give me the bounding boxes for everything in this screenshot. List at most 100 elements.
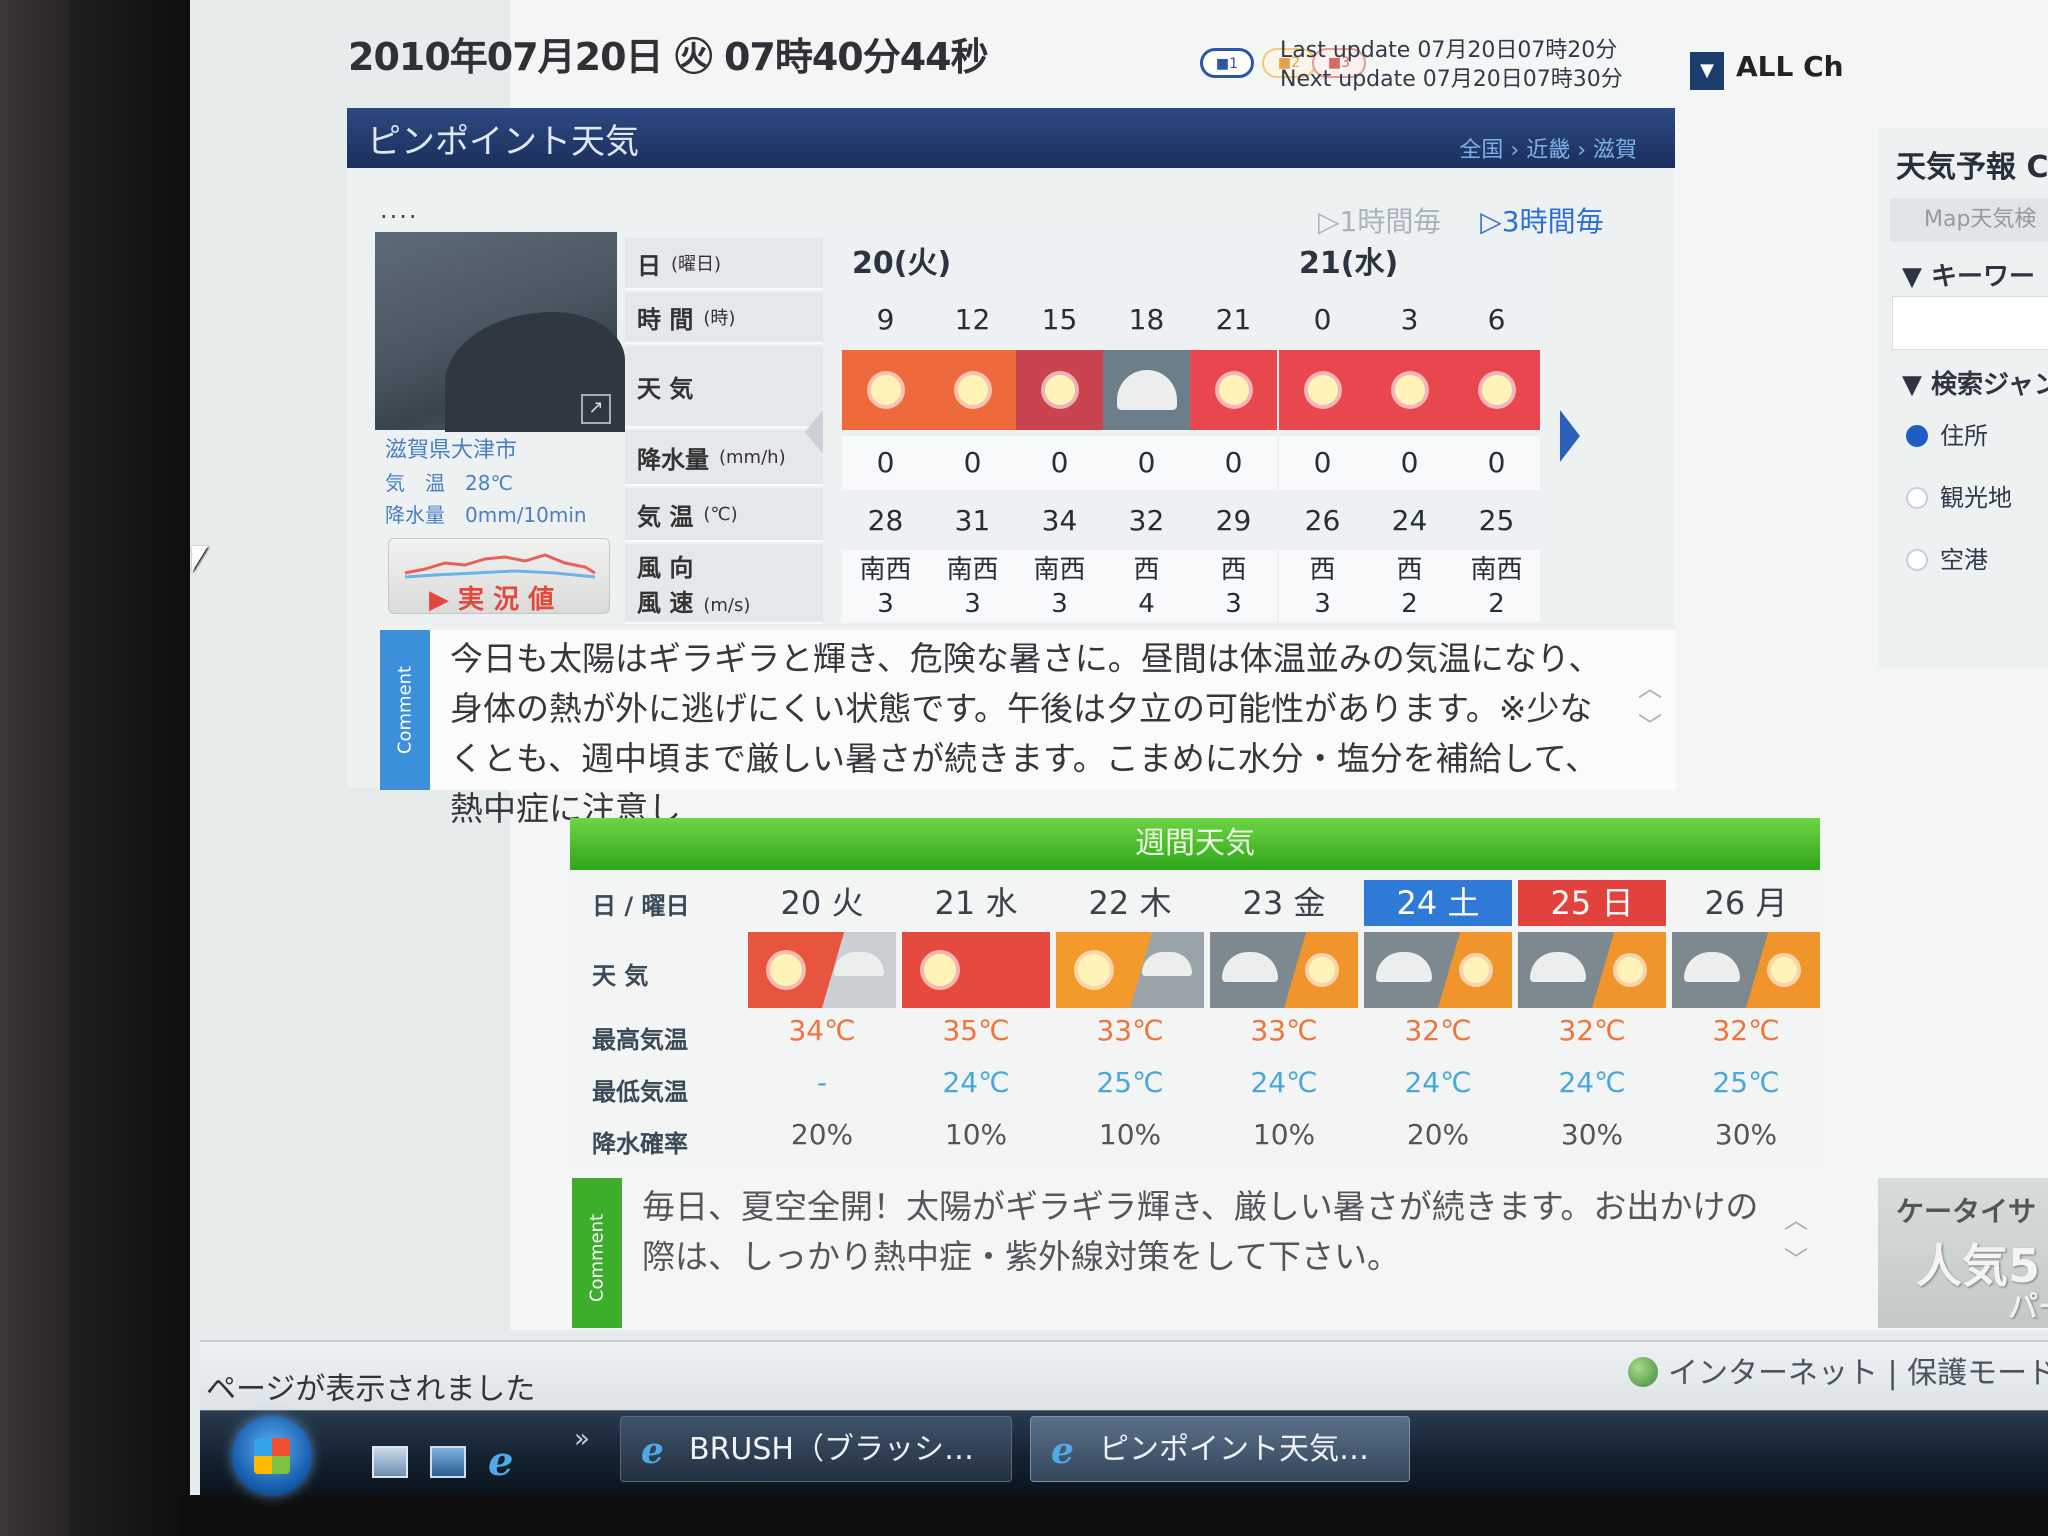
loading-dots: .... (380, 196, 419, 224)
monitor-bezel-bottom (180, 1495, 2048, 1536)
radio-airport[interactable]: 空港 (1906, 540, 1988, 575)
sun-icon (1044, 375, 1075, 405)
precip-cell: 0 (1190, 436, 1277, 490)
live-camera-thumbnail[interactable]: ↗ (375, 232, 625, 432)
map-search-link[interactable]: Map天気検 (1890, 198, 2048, 242)
status-text: ページが表示されました (206, 1372, 536, 1407)
taskbar-item-brush[interactable]: e BRUSH（ブラッシ… (620, 1416, 1012, 1482)
sun-icon (1078, 954, 1110, 986)
weekly-comment-text: 毎日、夏空全開！太陽がギラギラ輝き、厳しい暑さが続きます。お出かけの際は、しっか… (642, 1187, 1759, 1276)
radio-address-label: 住所 (1940, 422, 1988, 450)
current-temp: 気 温 28℃ (385, 471, 513, 495)
weekly-pop-cell: 20% (790, 1118, 854, 1151)
precip-cell: 0 (842, 436, 929, 490)
sun-icon (924, 954, 956, 986)
quick-launch-chevron[interactable]: » (574, 1424, 590, 1454)
sun-icon (1394, 375, 1425, 405)
mouse-cursor (192, 546, 208, 572)
weekly-weather-icon (1364, 932, 1512, 1008)
weekly-pop-cell: 10% (1252, 1118, 1316, 1151)
wind-speed-cell: 3 (1016, 586, 1103, 622)
hourly-weather-icon (1190, 350, 1277, 430)
label-precip-text: 降水量 (637, 445, 709, 474)
sun-icon (1771, 957, 1797, 983)
hour-cell: 3 (1366, 294, 1453, 346)
mobile-site-banner[interactable]: ケータイサ 人気5 パー (1878, 1178, 2048, 1328)
comment-tab: Comment (380, 630, 430, 790)
wind-speed-cell: 3 (1279, 586, 1366, 622)
wind-speed-cell: 2 (1453, 586, 1540, 622)
label-time-unit: (時) (703, 308, 736, 329)
weekly-comment-tab-label: Comment (586, 1213, 608, 1303)
weekly-weather-icon (902, 932, 1050, 1008)
expand-icon[interactable]: ↗ (581, 394, 611, 424)
cloud-icon (1222, 952, 1278, 982)
switch-windows-icon[interactable] (430, 1446, 466, 1478)
label-time-text: 時 間 (637, 305, 694, 334)
sparkline-icon (404, 553, 596, 579)
precip-cell: 0 (1279, 436, 1366, 490)
show-desktop-icon[interactable] (372, 1446, 408, 1478)
temp-cell: 29 (1190, 494, 1277, 548)
label-wind-speed-row: 風 速 (m/s) (637, 583, 750, 618)
weekly-header: 週間天気 (570, 818, 1820, 870)
all-channel-menu[interactable]: ▼ ALL Ch (1690, 50, 1860, 90)
wind-dir-cell: 西 (1366, 550, 1453, 586)
taskbar-item-pinpoint[interactable]: e ピンポイント天気… (1030, 1416, 1410, 1482)
dropdown-arrow-icon: ▼ (1690, 52, 1724, 90)
toggle-1h-link[interactable]: ▷1時間毎 (1318, 205, 1441, 238)
weekly-icon-right-panel (976, 932, 1050, 1008)
temp-cell: 34 (1016, 494, 1103, 548)
sun-icon (870, 375, 901, 405)
label-wind-dir: 風 向 (637, 554, 694, 582)
label-precip: 降水量 (mm/h) (625, 430, 823, 486)
weekly-min-cell: 24℃ (942, 1066, 1010, 1099)
weekly-weather-icon (748, 932, 896, 1008)
hour-cell: 18 (1103, 294, 1190, 346)
weekly-max-cell: 32℃ (1404, 1014, 1472, 1047)
cloud-icon (1530, 952, 1586, 982)
radio-sightseeing[interactable]: 観光地 (1906, 478, 2012, 513)
weekly-pop-cell: 30% (1560, 1118, 1624, 1151)
weekly-scroll-up-icon[interactable]: ︿ (1784, 1200, 1808, 1235)
wind-dir-cell: 南西 (1453, 550, 1540, 586)
temp-cell: 32 (1103, 494, 1190, 548)
hourly-weather-icon (1103, 350, 1190, 430)
monitor-bezel-left (70, 0, 200, 1536)
location-name[interactable]: 滋賀県大津市 (385, 435, 587, 467)
cloud-icon (1376, 952, 1432, 982)
wind-dir-cell: 南西 (929, 550, 1016, 586)
weekly-scroll-down-icon[interactable]: ﹀ (1784, 1240, 1808, 1275)
security-zone[interactable]: インターネット | 保護モード (1628, 1348, 2048, 1392)
ie-icon[interactable]: e (488, 1442, 524, 1482)
display-mode-1-button[interactable]: ■1 (1200, 48, 1254, 78)
weekly-label-min: 最低気温 (592, 1078, 688, 1106)
hourly-weather-icon (1016, 350, 1103, 430)
wind-dir-cell: 西 (1103, 550, 1190, 586)
weekly-max-cell: 32℃ (1558, 1014, 1626, 1047)
ie-icon: e (1051, 1430, 1074, 1472)
banner-line-1: ケータイサ (1896, 1195, 2037, 1228)
breadcrumb[interactable]: 全国 › 近畿 › 滋賀 (1459, 132, 1637, 164)
keyword-input[interactable] (1892, 296, 2048, 350)
radio-address[interactable]: 住所 (1906, 416, 1988, 451)
hourly-weather-icon (1453, 350, 1540, 430)
scroll-up-icon[interactable]: ︿ (1638, 668, 1662, 703)
last-update-text: Last update 07月20日07時20分 (1280, 38, 1618, 63)
start-button[interactable] (232, 1416, 312, 1496)
weekly-pop-cell: 20% (1406, 1118, 1470, 1151)
sun-icon (1481, 375, 1512, 405)
search-genre-heading: ▼ 検索ジャン (1902, 370, 2048, 400)
weekly-comment: Comment 毎日、夏空全開！太陽がギラギラ輝き、厳しい暑さが続きます。お出か… (572, 1178, 1822, 1336)
scroll-down-icon[interactable]: ﹀ (1638, 706, 1662, 741)
pinpoint-title: ピンポイント天気 (367, 122, 639, 162)
weekly-max-cell: 35℃ (942, 1014, 1010, 1047)
weekly-day-cell: 24 土 (1364, 880, 1512, 926)
weekly-pop-cell: 10% (1098, 1118, 1162, 1151)
label-day-text: 日 (637, 251, 661, 280)
toggle-3h-link[interactable]: ▷3時間毎 (1480, 205, 1603, 238)
prev-arrow-icon[interactable] (805, 410, 823, 454)
sun-icon (1309, 957, 1335, 983)
actual-values-button[interactable]: ▶ 実 況 値 (388, 538, 610, 615)
next-arrow-icon[interactable] (1560, 410, 1580, 462)
